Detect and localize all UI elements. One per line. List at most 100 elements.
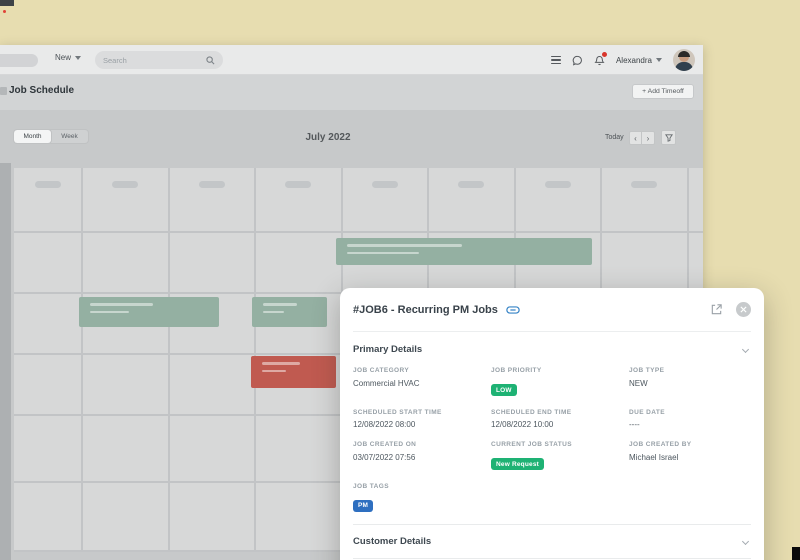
chevron-down-icon [656,58,662,62]
event-green-long[interactable] [336,238,592,265]
calendar-day-cell[interactable] [83,483,168,550]
primary-details-fields: JOB CATEGORYCommercial HVACJOB PRIORITY L… [353,363,751,524]
detail-field-value: ---- [629,420,751,429]
detail-field: JOB CREATED ON03/07/2022 07:56 [353,441,491,471]
filter-funnel-icon [665,134,673,142]
chevron-down-icon [742,345,749,352]
panel-header: #JOB6 - Recurring PM Jobs [353,288,751,332]
top-navbar: New Search Alexandra [0,45,703,75]
calendar-day-cell[interactable] [14,233,81,292]
user-menu[interactable]: Alexandra [616,56,662,65]
link-icon[interactable] [506,306,520,314]
calendar-day-cell[interactable] [83,416,168,481]
detail-field-label: JOB PRIORITY [491,367,629,374]
calendar-day-cell[interactable] [256,168,341,231]
collapsed-section-customer-details[interactable]: Customer Details [353,524,751,558]
event-red[interactable] [251,356,336,388]
detail-field: JOB CATEGORYCommercial HVAC [353,367,491,397]
close-panel-button[interactable] [736,302,751,317]
detail-field-label: JOB TYPE [629,367,751,374]
calendar-day-cell[interactable] [170,416,255,481]
event-text-placeholder [263,303,297,306]
day-number-placeholder [545,181,571,188]
calendar-day-cell[interactable] [170,233,255,292]
day-number-placeholder [35,181,61,188]
schedule-icon [0,87,7,95]
detail-field-label: SCHEDULED END TIME [491,409,629,416]
chat-icon[interactable] [572,55,583,66]
today-button[interactable]: Today [605,134,624,141]
calendar-day-cell[interactable] [256,233,341,292]
detail-field: DUE DATE---- [629,409,751,430]
job-title: #JOB6 - Recurring PM Jobs [353,304,498,316]
calendar-day-cell[interactable] [516,168,601,231]
event-green-left[interactable] [79,297,219,327]
page-title: Job Schedule [9,85,74,96]
menu-icon[interactable] [551,56,561,65]
calendar-day-cell[interactable] [602,168,687,231]
calendar-day-cell[interactable] [602,233,687,292]
status-badge: LOW [491,384,517,396]
calendar-day-cell[interactable] [14,416,81,481]
calendar-day-cell[interactable] [343,168,428,231]
detail-field-value: Michael Israel [629,453,751,462]
calendar-day-cell[interactable] [170,355,255,414]
calendar-left-gutter [0,163,11,560]
filter-button[interactable] [661,130,676,145]
open-external-button[interactable] [710,303,723,316]
status-badge: PM [353,500,373,512]
calendar-day-cell[interactable] [689,233,704,292]
job-details-panel: #JOB6 - Recurring PM Jobs Primary Detail… [340,288,764,560]
avatar[interactable] [673,49,695,71]
screenshot-artifact [0,0,14,6]
detail-field: SCHEDULED END TIME 12/08/2022 10:00 [491,409,629,430]
detail-field: JOB TYPE NEW [629,367,751,397]
panel-collapsed-sections: Customer DetailsService & Billing Addres… [353,524,751,560]
calendar-day-cell[interactable] [256,416,341,481]
calendar-day-cell[interactable] [14,355,81,414]
day-number-placeholder [285,181,311,188]
chevron-down-icon [75,56,81,60]
calendar-day-cell[interactable] [170,483,255,550]
notification-badge [601,51,608,58]
calendar-day-cell[interactable] [429,168,514,231]
event-text-placeholder [262,362,300,365]
calendar-day-cell[interactable] [83,355,168,414]
status-badge: New Request [491,458,544,470]
add-timeoff-button[interactable]: + Add Timeoff [632,84,694,99]
day-number-placeholder [372,181,398,188]
screenshot-artifact-dot [3,10,6,13]
event-green-mid[interactable] [252,297,327,327]
search-input[interactable]: Search [95,51,223,69]
notifications-bell-icon[interactable] [594,55,605,66]
calendar-day-cell[interactable] [14,483,81,550]
event-text-placeholder [90,311,129,314]
primary-details-heading: Primary Details [353,344,422,355]
day-number-placeholder [458,181,484,188]
calendar-day-cell[interactable] [83,233,168,292]
calendar-day-cell[interactable] [83,168,168,231]
detail-field-value: NEW [629,379,751,388]
calendar-day-cell[interactable] [170,168,255,231]
calendar-day-cell[interactable] [14,168,81,231]
calendar-day-cell[interactable] [689,168,704,231]
page-header: Job Schedule + Add Timeoff [0,75,703,110]
close-icon [736,302,751,317]
detail-field-label: JOB CREATED ON [353,441,491,448]
section-heading: Customer Details [353,536,431,547]
detail-field-label: CURRENT JOB STATUS [491,441,629,448]
next-month-button[interactable]: › [642,131,655,145]
event-text-placeholder [347,252,419,255]
detail-field-label: JOB CATEGORY [353,367,491,374]
calendar-day-cell[interactable] [256,483,341,550]
screenshot-artifact [792,547,800,560]
calendar-day-cell[interactable] [14,294,81,353]
chevron-down-icon [742,538,749,545]
primary-details-header[interactable]: Primary Details [353,335,751,363]
new-dropdown[interactable]: New [55,53,81,62]
event-text-placeholder [90,303,153,306]
detail-field-label: JOB CREATED BY [629,441,751,448]
detail-field-value: 12/08/2022 08:00 [353,420,491,429]
detail-field-value: 12/08/2022 10:00 [491,420,629,429]
prev-month-button[interactable]: ‹ [629,131,642,145]
